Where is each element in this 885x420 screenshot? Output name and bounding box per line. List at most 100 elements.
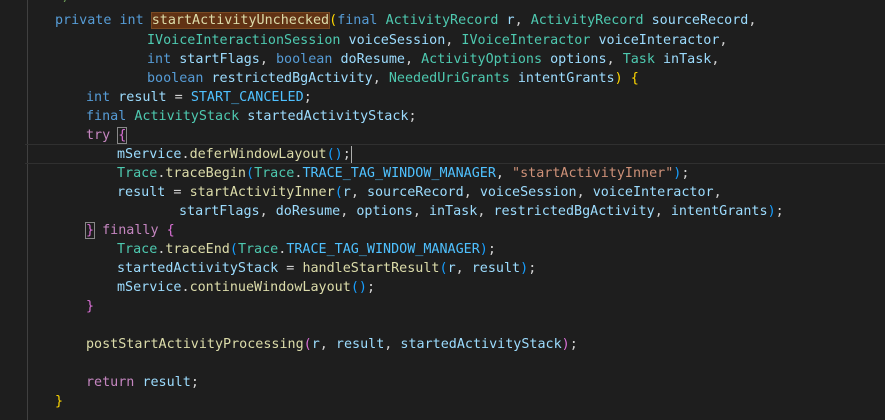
punctuation-token: , [711, 52, 720, 67]
code-line: startedActivityStack = handleStartResult… [117, 259, 536, 278]
type-token: ActivityRecord [530, 13, 644, 28]
function-token: traceBegin [165, 166, 246, 181]
bracket-token: { [166, 223, 175, 238]
code-line: boolean restrictedBgActivity, NeededUriG… [147, 69, 639, 88]
code-line: } [86, 297, 94, 316]
code-line: mService.continueWindowLayout(); [117, 278, 375, 297]
keyword-token: try [86, 128, 111, 143]
punctuation-token: , [477, 204, 494, 219]
keyword-token: int [86, 90, 111, 105]
punctuation-token: . [181, 147, 190, 162]
variable-token: startedActivityStack [247, 109, 409, 124]
bracket-token: { [117, 127, 128, 144]
bracket-token: { [630, 71, 639, 86]
punctuation-token: ; [775, 204, 784, 219]
type-token: Trace [254, 166, 295, 181]
bracket-token: ( [329, 13, 338, 28]
bracket-token: } [84, 222, 96, 239]
bracket-token: ) [614, 71, 623, 86]
keyword-token: boolean [276, 52, 333, 67]
variable-token: voiceInteractor [592, 185, 714, 200]
type-token: Trace [117, 166, 158, 181]
bracket-token: () [350, 280, 367, 295]
variable-token: result [335, 337, 385, 352]
variable-token: startFlags [179, 204, 260, 219]
punctuation-token: , [350, 185, 367, 200]
code-line: startFlags, doResume, options, inTask, r… [179, 202, 784, 221]
punctuation-token: , [713, 185, 722, 200]
code-line: IVoiceInteractionSession voiceSession, I… [147, 31, 727, 50]
code-line: */ [55, 0, 71, 7]
code-line: postStartActivityProcessing(r, result, s… [86, 335, 578, 354]
type-token: Trace [117, 242, 158, 257]
code-editor[interactable]: */ private int startActivityUnchecked(fi… [0, 0, 885, 420]
type-token: ActivityRecord [385, 13, 499, 28]
constant-token: TRACE_TAG_WINDOW_MANAGER [302, 166, 496, 181]
punctuation-token: , [514, 13, 531, 28]
punctuation-token: . [181, 280, 190, 295]
variable-token: inTask [663, 52, 712, 67]
bracket-token: ( [334, 185, 343, 200]
constant-token: TRACE_TAG_WINDOW_MANAGER [286, 242, 480, 257]
variable-token: r [506, 13, 515, 28]
variable-token: startFlags [179, 52, 260, 67]
bracket-token: ( [229, 242, 238, 257]
bracket-token: () [326, 147, 343, 162]
punctuation-token: , [455, 261, 472, 276]
punctuation-token: , [719, 33, 728, 48]
keyword-token: finally [102, 223, 159, 238]
punctuation-token: , [319, 337, 336, 352]
bracket-token: ) [561, 337, 570, 352]
type-token: Trace [237, 242, 279, 257]
bracket-token: ) [479, 242, 488, 257]
bracket-token: } [55, 394, 64, 409]
function-token: continueWindowLayout [189, 280, 351, 295]
punctuation-token: ; [366, 280, 375, 295]
variable-token: r [447, 261, 456, 276]
variable-token: doResume [275, 204, 341, 219]
function-token: traceEnd [165, 242, 230, 257]
code-line: int startFlags, boolean doResume, Activi… [147, 50, 719, 69]
punctuation-token: , [259, 52, 276, 67]
variable-token: result [117, 185, 166, 200]
bracket-token: } [86, 299, 95, 314]
variable-token: startedActivityStack [117, 261, 279, 276]
punctuation-token: , [463, 185, 480, 200]
function-token: startActivityInner [189, 185, 335, 200]
code-line: return result; [86, 373, 199, 392]
punctuation-token: , [405, 52, 422, 67]
text-cursor [350, 145, 352, 163]
function-token: deferWindowLayout [189, 147, 327, 162]
operator-token: = [165, 185, 190, 200]
punctuation-token: , [748, 13, 757, 28]
type-token: IVoiceInteractor [461, 33, 591, 48]
variable-token: intentGrants [670, 204, 768, 219]
keyword-token: private [55, 13, 112, 28]
code-line: Trace.traceEnd(Trace.TRACE_TAG_WINDOW_MA… [117, 240, 496, 259]
variable-token: startedActivityStack [400, 337, 562, 352]
keyword-token: final [337, 13, 378, 28]
punctuation-token: ; [681, 166, 690, 181]
bracket-token: ) [520, 261, 529, 276]
keyword-token: final [86, 109, 127, 124]
punctuation-token: ; [528, 261, 537, 276]
punctuation-token: , [372, 71, 389, 86]
variable-token: voiceInteractor [598, 33, 720, 48]
method-name-token[interactable]: startActivityUnchecked [150, 12, 331, 29]
punctuation-token: , [606, 52, 623, 67]
code-line: Trace.traceBegin(Trace.TRACE_TAG_WINDOW_… [117, 164, 689, 183]
type-token: ActivityOptions [421, 52, 543, 67]
type-token: ActivityStack [134, 109, 240, 124]
variable-token: inTask [428, 204, 478, 219]
variable-token: r [311, 337, 320, 352]
punctuation-token: , [445, 33, 462, 48]
punctuation-token: ; [569, 337, 578, 352]
variable-token: options [356, 204, 413, 219]
indent-guide [27, 0, 28, 420]
type-token: Task [622, 52, 655, 67]
type-token: NeededUriGrants [388, 71, 510, 86]
punctuation-token: , [384, 337, 401, 352]
punctuation-token: ; [408, 109, 417, 124]
operator-token: = [278, 261, 303, 276]
bracket-token: ) [767, 204, 776, 219]
